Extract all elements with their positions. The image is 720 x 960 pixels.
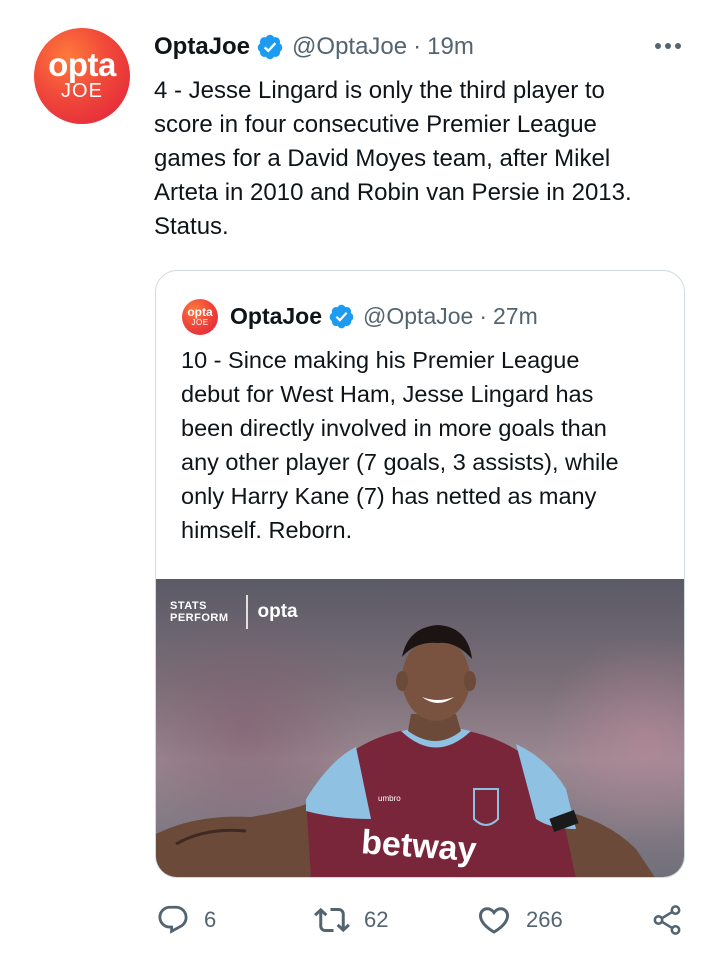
tweet-actions: 6 62 266: [0, 890, 720, 950]
opta-logo: opta: [257, 601, 298, 622]
tweet-text: 4 - Jesse Lingard is only the third play…: [154, 77, 632, 240]
tweet-header: OptaJoe @OptaJoe · 19m: [154, 30, 474, 64]
retweet-count: 62: [364, 907, 389, 932]
quoted-tweet[interactable]: opta JOE OptaJoe @OptaJoe · 27m 10 - Sin…: [155, 270, 685, 878]
media-watermark: STATS PERFORM opta: [170, 595, 298, 629]
quoted-author-handle: @OptaJoe: [363, 302, 474, 329]
share-icon: [653, 905, 681, 935]
reply-icon: [158, 905, 188, 934]
retweet-button[interactable]: 62: [314, 890, 388, 950]
separator-dot: ·: [413, 33, 422, 60]
retweet-icon: [314, 907, 350, 933]
divider: [246, 595, 248, 629]
share-button[interactable]: [650, 890, 684, 950]
avatar-logo-top: opta: [48, 46, 116, 83]
more-dot: [675, 43, 681, 49]
verified-icon: [257, 34, 283, 60]
author-name[interactable]: OptaJoe: [154, 33, 250, 61]
like-count: 266: [526, 907, 563, 932]
quoted-avatar: opta JOE: [182, 299, 218, 335]
separator-dot: ·: [479, 302, 487, 329]
tweet[interactable]: opta JOE OptaJoe @OptaJoe · 19m 4 - Jess…: [0, 0, 720, 960]
shirt-sponsor: betway: [360, 823, 478, 869]
stats-perform-logo: STATS PERFORM: [170, 600, 240, 624]
quoted-media-image[interactable]: betway umbro STATS PERFORM opta: [156, 579, 684, 877]
more-dot: [655, 43, 661, 49]
quoted-text: 10 - Since making his Premier League deb…: [181, 347, 619, 543]
stats-perform-line1: STATS: [170, 600, 207, 612]
tweet-time[interactable]: 19m: [427, 33, 474, 61]
like-button[interactable]: 266: [476, 890, 563, 950]
svg-text:umbro: umbro: [378, 794, 401, 803]
quoted-time: 27m: [493, 302, 538, 329]
more-icon[interactable]: [648, 32, 688, 60]
verified-icon: [329, 304, 354, 328]
reply-count: 6: [204, 907, 217, 932]
avatar-logo-bottom: JOE: [61, 80, 103, 102]
more-dot: [665, 43, 671, 49]
quoted-avatar-logo-bottom: JOE: [191, 318, 209, 327]
quoted-header: OptaJoe @OptaJoe · 27m: [230, 299, 538, 333]
quoted-author-name: OptaJoe: [230, 302, 323, 329]
author-handle[interactable]: @OptaJoe: [292, 33, 407, 61]
stats-perform-line2: PERFORM: [170, 612, 229, 624]
like-icon: [478, 907, 510, 934]
avatar[interactable]: opta JOE: [34, 28, 130, 124]
quoted-avatar-logo-top: opta: [187, 305, 213, 319]
reply-button[interactable]: 6: [156, 890, 216, 950]
